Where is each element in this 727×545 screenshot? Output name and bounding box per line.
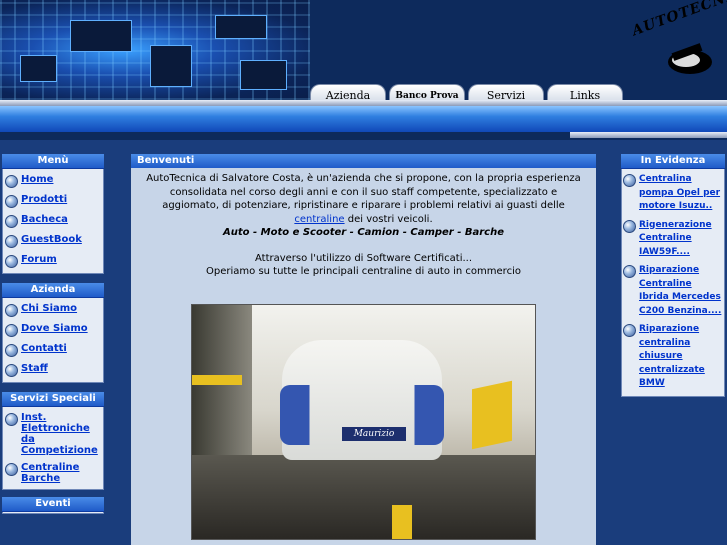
evidenza-link[interactable]: Centralina pompa Opel per motore Isuzu..: [639, 173, 724, 214]
sidebar-item-centraline-barche[interactable]: Centraline Barche: [3, 459, 103, 487]
sidebar-item-contatti[interactable]: Contatti: [3, 340, 103, 360]
bullet-icon: [623, 174, 636, 187]
circuit-board-banner: [0, 0, 310, 100]
bullet-icon: [5, 215, 18, 228]
sidebar-link[interactable]: Dove Siamo: [21, 323, 88, 334]
bullet-icon: [5, 175, 18, 188]
bullet-icon: [5, 364, 18, 377]
main-content: Benvenuti AutoTecnica di Salvatore Costa…: [131, 154, 596, 545]
photo-plate-text: Maurizio: [342, 427, 406, 441]
header-divider-bottom: [570, 132, 727, 138]
sidebar-link[interactable]: Prodotti: [21, 194, 67, 205]
sidebar-item-inst-elettroniche[interactable]: Inst. Elettroniche da Competizione: [3, 409, 103, 459]
site-logo[interactable]: AUTOTECNICA: [630, 0, 727, 80]
bullet-icon: [623, 219, 636, 233]
bullet-icon: [5, 413, 18, 426]
sidebar-link[interactable]: Chi Siamo: [21, 303, 77, 314]
sidebar-item-chi-siamo[interactable]: Chi Siamo: [3, 300, 103, 320]
bullet-icon: [5, 344, 18, 357]
bullet-icon: [5, 255, 18, 268]
evidenza-item[interactable]: Rigenerazione Centraline IAW59F....: [622, 217, 724, 263]
sidebar-item-prodotti[interactable]: Prodotti: [3, 191, 103, 211]
bullet-icon: [5, 463, 18, 476]
intro-text: AutoTecnica di Salvatore Costa, è un'azi…: [131, 168, 596, 226]
bullet-icon: [5, 304, 18, 317]
eventi-title: Eventi: [2, 497, 104, 512]
evidenza-item[interactable]: Centralina pompa Opel per motore Isuzu..: [622, 171, 724, 217]
eventi-box: Eventi: [2, 497, 104, 514]
sidebar-link[interactable]: Staff: [21, 363, 48, 374]
software-line-1: Attraverso l'utilizzo di Software Certif…: [254, 253, 473, 264]
sidebar-link[interactable]: Home: [21, 174, 53, 185]
sidebar-item-bacheca[interactable]: Bacheca: [3, 211, 103, 231]
sidebar-link[interactable]: Contatti: [21, 343, 67, 354]
page-header: AUTOTECNICA Azienda Banco Prova Servizi …: [0, 0, 727, 140]
bullet-icon: [623, 265, 636, 278]
sidebar-link[interactable]: Bacheca: [21, 214, 68, 225]
sidebar-link[interactable]: Forum: [21, 254, 57, 265]
menu-title: Menù: [2, 154, 104, 169]
car-photo: Maurizio: [191, 304, 536, 540]
azienda-title: Azienda: [2, 283, 104, 298]
in-evidenza-title: In Evidenza: [621, 154, 725, 169]
evidenza-link[interactable]: Riparazione centralina chiusure centrali…: [639, 323, 724, 391]
intro-text-end: dei vostri veicoli.: [344, 213, 433, 225]
sidebar-link[interactable]: Centraline Barche: [21, 462, 103, 484]
sidebar-link[interactable]: Inst. Elettroniche da Competizione: [21, 412, 103, 456]
sidebar-link[interactable]: GuestBook: [21, 234, 82, 245]
sidebar-item-dove-siamo[interactable]: Dove Siamo: [3, 320, 103, 340]
servizi-speciali-title: Servizi Speciali: [2, 392, 104, 407]
evidenza-item[interactable]: Riparazione centralina chiusure centrali…: [622, 321, 724, 394]
bullet-icon: [5, 195, 18, 208]
vehicle-categories: Auto - Moto e Scooter - Camion - Camper …: [223, 227, 504, 238]
intro-text-start: AutoTecnica di Salvatore Costa, è un'azi…: [146, 173, 581, 211]
bullet-icon: [5, 235, 18, 248]
sidebar-item-guestbook[interactable]: GuestBook: [3, 231, 103, 251]
servizi-speciali-box: Servizi Speciali Inst. Elettroniche da C…: [2, 392, 104, 490]
software-line-2: Operiamo su tutte le principali centrali…: [206, 266, 521, 277]
sidebar-item-forum[interactable]: Forum: [3, 251, 103, 271]
header-band: [0, 106, 727, 132]
evidenza-link[interactable]: Riparazione Centraline Ibrida Mercedes C…: [639, 264, 724, 318]
in-evidenza-box: In Evidenza Centralina pompa Opel per mo…: [621, 154, 725, 397]
sidebar-item-staff[interactable]: Staff: [3, 360, 103, 380]
main-title: Benvenuti: [131, 154, 596, 168]
evidenza-item[interactable]: Riparazione Centraline Ibrida Mercedes C…: [622, 262, 724, 321]
centraline-link[interactable]: centraline: [294, 214, 344, 225]
evidenza-link[interactable]: Rigenerazione Centraline IAW59F....: [639, 219, 724, 260]
bullet-icon: [5, 324, 18, 337]
sidebar-item-home[interactable]: Home: [3, 171, 103, 191]
menu-box: Menù Home Prodotti Bacheca GuestBook For…: [2, 154, 104, 274]
bullet-icon: [623, 324, 636, 337]
azienda-box: Azienda Chi Siamo Dove Siamo Contatti St…: [2, 283, 104, 383]
